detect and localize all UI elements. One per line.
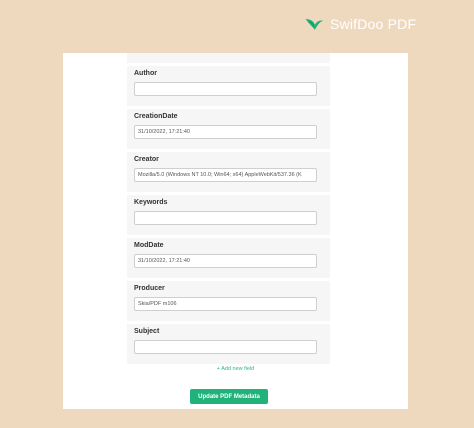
field-label: Creator [134,156,159,163]
subject-input[interactable] [134,340,317,354]
previous-field-stub [127,53,330,63]
field-author: Author [127,66,330,106]
bird-logo-icon [305,19,324,30]
field-label: Producer [134,285,165,292]
field-creator: Creator Mozilla/5.0 (Windows NT 10.0; Wi… [127,152,330,192]
creator-input[interactable]: Mozilla/5.0 (Windows NT 10.0; Win64; x64… [134,168,317,182]
field-label: Author [134,70,157,77]
field-label: ModDate [134,242,164,249]
field-creationdate: CreationDate 31/10/2022, 17:21:40 [127,109,330,149]
author-input[interactable] [134,82,317,96]
field-label: Keywords [134,199,168,206]
metadata-panel: Author CreationDate 31/10/2022, 17:21:40… [63,53,408,409]
field-keywords: Keywords [127,195,330,235]
keywords-input[interactable] [134,211,317,225]
producer-input[interactable]: Skia/PDF m106 [134,297,317,311]
field-subject: Subject [127,324,330,364]
field-list: Author CreationDate 31/10/2022, 17:21:40… [127,53,330,367]
add-new-field-link[interactable]: + Add new field [217,366,254,372]
moddate-input[interactable]: 31/10/2022, 17:21:40 [134,254,317,268]
add-field-row: + Add new field [63,366,408,372]
update-metadata-button[interactable]: Update PDF Metadata [190,389,268,404]
brand: SwifDoo PDF [304,14,416,34]
field-label: CreationDate [134,113,178,120]
brand-name: SwifDoo PDF [330,16,417,32]
creationdate-input[interactable]: 31/10/2022, 17:21:40 [134,125,317,139]
field-label: Subject [134,328,160,335]
field-producer: Producer Skia/PDF m106 [127,281,330,321]
field-moddate: ModDate 31/10/2022, 17:21:40 [127,238,330,278]
